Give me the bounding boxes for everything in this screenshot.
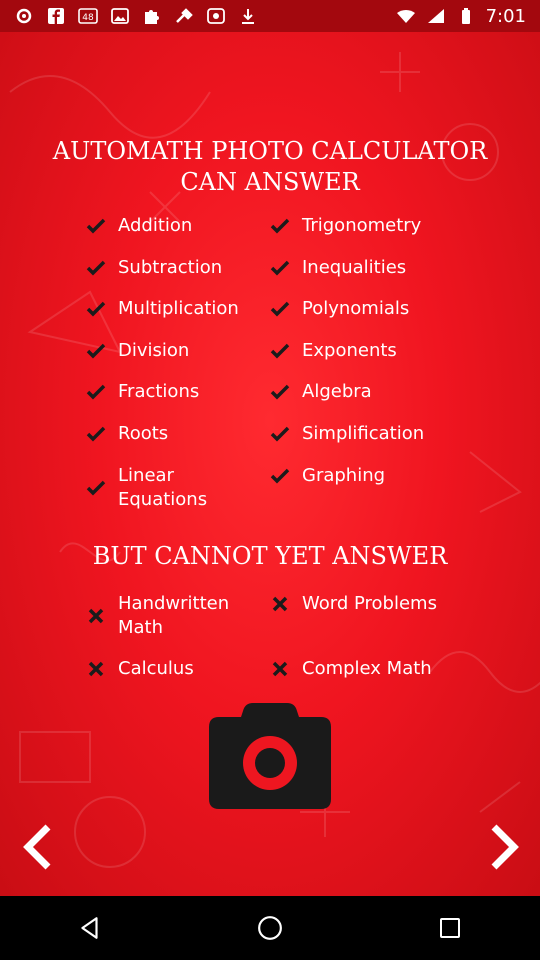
- list-item-label: Exponents: [302, 340, 397, 361]
- list-item-label: Inequalities: [302, 257, 407, 278]
- list-item-label: Handwritten Math: [118, 593, 230, 638]
- list-item: Handwritten Math: [86, 592, 286, 640]
- next-page-button[interactable]: [486, 823, 522, 871]
- list-item-label: Addition: [118, 215, 193, 236]
- facebook-icon: [46, 7, 66, 25]
- list-item: Graphing: [270, 464, 470, 488]
- download-icon: [238, 7, 258, 25]
- system-navigation-bar: [0, 896, 540, 960]
- app-screen: AUTOMATH PHOTO CALCULATOR CAN ANSWER Add…: [0, 32, 540, 896]
- cross-icon: [86, 606, 106, 626]
- puzzle-icon: [142, 7, 162, 25]
- settings-icon: [14, 7, 34, 25]
- list-item: Simplification: [270, 422, 470, 446]
- list-item: Linear Equations: [86, 464, 286, 512]
- image-icon: [110, 7, 130, 25]
- list-item-label: Complex Math: [302, 658, 432, 679]
- list-item-label: Roots: [118, 423, 169, 444]
- list-item: Calculus: [86, 657, 286, 681]
- signal-icon: [426, 7, 446, 25]
- list-item: Multiplication: [86, 297, 286, 321]
- list-item-label: Graphing: [302, 465, 386, 486]
- photo-icon: [206, 7, 226, 25]
- checkmark-icon: [86, 299, 106, 319]
- tools-icon: [174, 7, 194, 25]
- cross-icon: [270, 594, 290, 614]
- status-clock: 7:01: [485, 5, 526, 27]
- recents-square-icon: [440, 918, 460, 938]
- list-item: Inequalities: [270, 256, 470, 280]
- cross-icon: [270, 659, 290, 679]
- back-button[interactable]: [60, 898, 120, 958]
- checkmark-icon: [270, 466, 290, 486]
- list-item: Subtraction: [86, 256, 286, 280]
- checkmark-icon: [270, 258, 290, 278]
- list-item-label: Division: [118, 340, 190, 361]
- list-item-label: Calculus: [118, 658, 194, 679]
- home-circle-icon: [258, 916, 282, 940]
- checkmark-icon: [86, 258, 106, 278]
- checkmark-icon: [270, 424, 290, 444]
- list-item-label: Word Problems: [302, 593, 437, 614]
- camera-button[interactable]: [209, 703, 331, 809]
- list-item: Roots: [86, 422, 286, 446]
- list-item-label: Subtraction: [118, 257, 223, 278]
- battery-icon: [456, 7, 476, 25]
- checkmark-icon: [270, 299, 290, 319]
- list-item-label: Fractions: [118, 381, 200, 402]
- status-bar: 48 7:01: [0, 0, 540, 32]
- list-item: Addition: [86, 214, 286, 238]
- checkmark-icon: [270, 382, 290, 402]
- wifi-icon: [396, 7, 416, 25]
- checkmark-icon: [86, 382, 106, 402]
- list-item-label: Trigonometry: [302, 215, 422, 236]
- list-item: Exponents: [270, 339, 470, 363]
- list-item: Fractions: [86, 380, 286, 404]
- checkmark-icon: [86, 478, 106, 498]
- list-item: Complex Math: [270, 657, 470, 681]
- system-status: 7:01: [396, 6, 526, 27]
- 48-badge-icon: 48: [78, 7, 98, 25]
- recents-button[interactable]: [420, 898, 480, 958]
- checkmark-icon: [270, 216, 290, 236]
- previous-page-button[interactable]: [20, 823, 56, 871]
- cross-icon: [86, 659, 106, 679]
- list-item: Word Problems: [270, 592, 470, 616]
- checkmark-icon: [86, 424, 106, 444]
- chevron-left-icon: [23, 824, 51, 870]
- list-item: Trigonometry: [270, 214, 470, 238]
- cannot-answer-title: BUT CANNOT YET ANSWER: [92, 542, 448, 570]
- checkmark-icon: [270, 341, 290, 361]
- notification-icons: 48: [14, 7, 396, 25]
- svg-text:48: 48: [82, 13, 94, 23]
- list-item: Algebra: [270, 380, 470, 404]
- list-item-label: Polynomials: [302, 298, 410, 319]
- back-triangle-icon: [81, 917, 98, 939]
- chevron-right-icon: [491, 824, 519, 870]
- checkmark-icon: [86, 216, 106, 236]
- page-title: AUTOMATH PHOTO CALCULATOR CAN ANSWER: [52, 137, 488, 196]
- list-item-label: Simplification: [302, 423, 425, 444]
- home-button[interactable]: [240, 898, 300, 958]
- list-item: Polynomials: [270, 297, 470, 321]
- camera-icon: [209, 703, 331, 809]
- list-item-label: Algebra: [302, 381, 372, 402]
- list-item-label: Linear Equations: [118, 465, 208, 510]
- checkmark-icon: [86, 341, 106, 361]
- list-item: Division: [86, 339, 286, 363]
- list-item-label: Multiplication: [118, 298, 239, 319]
